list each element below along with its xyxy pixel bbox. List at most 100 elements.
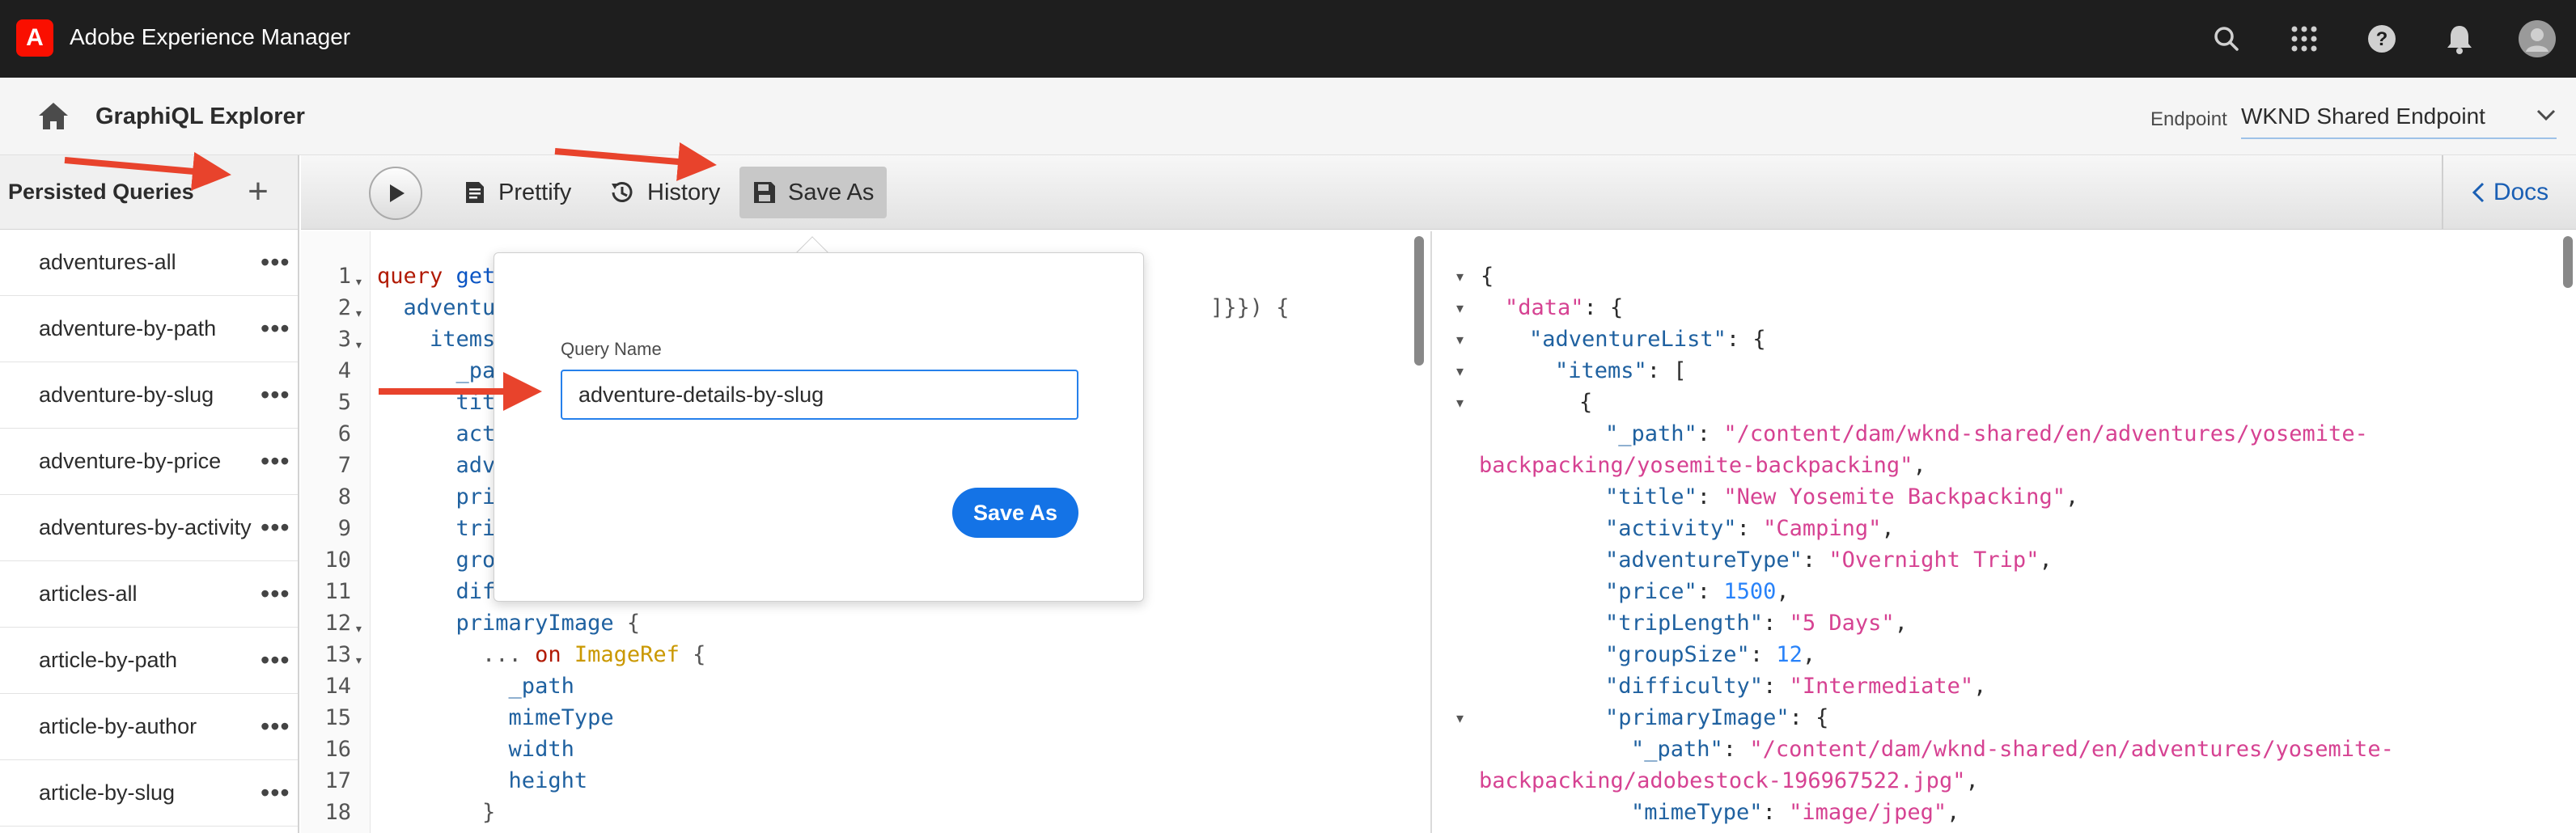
execute-query-button[interactable]	[369, 167, 422, 220]
fold-icon[interactable]: ▾	[1456, 300, 1464, 317]
help-icon[interactable]: ?	[2362, 19, 2401, 58]
fold-icon[interactable]: ▾	[1456, 363, 1464, 380]
list-item[interactable]: adventure-by-slug •••	[0, 362, 298, 429]
query-label: adventure-by-slug	[39, 383, 214, 407]
json-line: "groupSize": 12,	[1605, 642, 1816, 667]
json-line: "_path": "/content/dam/wknd-shared/en/ad…	[1605, 421, 2368, 446]
more-icon[interactable]: •••	[261, 446, 290, 476]
code-line: primaryImage {	[377, 611, 641, 636]
json-line: backpacking/adobestock-196967522.jpg",	[1479, 768, 1979, 793]
query-label: adventures-all	[39, 250, 176, 274]
persisted-queries-panel: Persisted Queries + adventures-all ••• ad…	[0, 155, 299, 833]
json-line: {	[1481, 264, 1494, 289]
search-icon[interactable]	[2207, 19, 2246, 58]
notifications-icon[interactable]	[2440, 19, 2479, 58]
add-query-button[interactable]: +	[239, 171, 277, 211]
line-number: 2	[337, 295, 351, 320]
more-icon[interactable]: •••	[261, 247, 290, 277]
editor-toolbar: Prettify History Save As Docs	[301, 155, 2576, 230]
line-number: 12	[324, 611, 351, 636]
json-line: "tripLength": "5 Days",	[1605, 611, 1908, 636]
prettify-icon	[466, 182, 484, 203]
code-line: ... on ImageRef {	[377, 642, 706, 667]
json-line: "adventureList": {	[1529, 327, 1766, 352]
docs-button[interactable]: Docs	[2442, 155, 2576, 230]
json-line: "activity": "Camping",	[1605, 516, 1895, 541]
line-number: 6	[337, 421, 351, 446]
json-line: "data": {	[1505, 295, 1624, 320]
line-number: 1	[337, 264, 351, 289]
line-number: 18	[324, 800, 351, 825]
list-item[interactable]: adventure-by-path •••	[0, 296, 298, 362]
json-line: "mimeType": "image/jpeg",	[1631, 800, 1960, 825]
line-number: 7	[337, 453, 351, 478]
line-number: 17	[324, 768, 351, 793]
line-number: 5	[337, 390, 351, 415]
history-icon	[612, 182, 633, 202]
prettify-button[interactable]: Prettify	[450, 167, 584, 218]
json-line: "_path": "/content/dam/wknd-shared/en/ad…	[1631, 737, 2394, 762]
list-item[interactable]: adventures-by-activity •••	[0, 495, 298, 561]
fold-icon[interactable]: ▾	[1456, 332, 1464, 349]
code-line: width	[377, 737, 574, 762]
history-button[interactable]: History	[595, 167, 733, 218]
save-icon	[754, 182, 775, 203]
fold-icon[interactable]: ▾	[1456, 710, 1464, 727]
fold-icon[interactable]: ▾	[354, 336, 363, 353]
save-as-button[interactable]: Save As	[739, 167, 888, 218]
code-line: tit	[377, 390, 496, 415]
fold-icon[interactable]: ▾	[354, 652, 363, 669]
more-icon[interactable]: •••	[261, 314, 290, 344]
app-title[interactable]: Adobe Experience Manager	[70, 24, 350, 50]
json-line: "primaryImage": {	[1605, 705, 1829, 730]
fold-icon[interactable]: ▾	[354, 620, 363, 637]
home-icon[interactable]	[36, 99, 71, 134]
line-number: 15	[324, 705, 351, 730]
more-icon[interactable]: •••	[261, 579, 290, 609]
more-icon[interactable]: •••	[261, 712, 290, 742]
json-line: "title": "New Yosemite Backpacking",	[1605, 484, 2079, 510]
list-item[interactable]: adventures-all •••	[0, 230, 298, 296]
more-icon[interactable]: •••	[261, 513, 290, 543]
list-item[interactable]: article-by-author •••	[0, 694, 298, 760]
query-name-label: Query Name	[561, 339, 662, 359]
page-title: GraphiQL Explorer	[95, 104, 305, 129]
code-line: adventu	[377, 295, 496, 320]
query-label: adventure-by-price	[39, 449, 222, 473]
code-line: tri	[377, 516, 496, 541]
fold-icon[interactable]: ▾	[354, 273, 363, 290]
line-number: 9	[337, 516, 351, 541]
json-line: "difficulty": "Intermediate",	[1605, 674, 1987, 699]
chevron-down-icon	[2536, 108, 2557, 125]
endpoint-select[interactable]: WKND Shared Endpoint	[2241, 95, 2557, 139]
endpoint-value: WKND Shared Endpoint	[2241, 104, 2485, 129]
query-name-input[interactable]	[561, 370, 1078, 420]
json-line: {	[1579, 390, 1593, 415]
svg-text:?: ?	[2376, 28, 2388, 50]
code-line: query getA	[377, 264, 509, 289]
line-number: 8	[337, 484, 351, 510]
play-icon	[390, 184, 405, 202]
user-avatar[interactable]	[2518, 19, 2557, 58]
result-scrollbar[interactable]	[2563, 236, 2573, 288]
query-label: adventures-by-activity	[39, 515, 252, 539]
fold-icon[interactable]: ▾	[1456, 395, 1464, 412]
save-as-confirm-button[interactable]: Save As	[952, 488, 1078, 538]
more-icon[interactable]: •••	[261, 778, 290, 808]
list-item[interactable]: articles-all •••	[0, 561, 298, 628]
adobe-logo[interactable]: A	[16, 19, 53, 57]
list-item[interactable]: article-by-path •••	[0, 628, 298, 694]
editor-scrollbar[interactable]	[1414, 236, 1424, 366]
apps-grid-icon[interactable]	[2285, 19, 2324, 58]
code-line: _path	[377, 674, 574, 699]
code-line: height	[377, 768, 588, 793]
more-icon[interactable]: •••	[261, 380, 290, 410]
list-item[interactable]: adventure-by-price •••	[0, 429, 298, 495]
list-item[interactable]: article-by-slug •••	[0, 760, 298, 827]
fold-icon[interactable]: ▾	[1456, 269, 1464, 285]
save-as-popover: Query Name Save As	[494, 252, 1144, 602]
more-icon[interactable]: •••	[261, 645, 290, 675]
line-number: 3	[337, 327, 351, 352]
persisted-queries-header: Persisted Queries +	[0, 155, 298, 230]
fold-icon[interactable]: ▾	[354, 305, 363, 322]
